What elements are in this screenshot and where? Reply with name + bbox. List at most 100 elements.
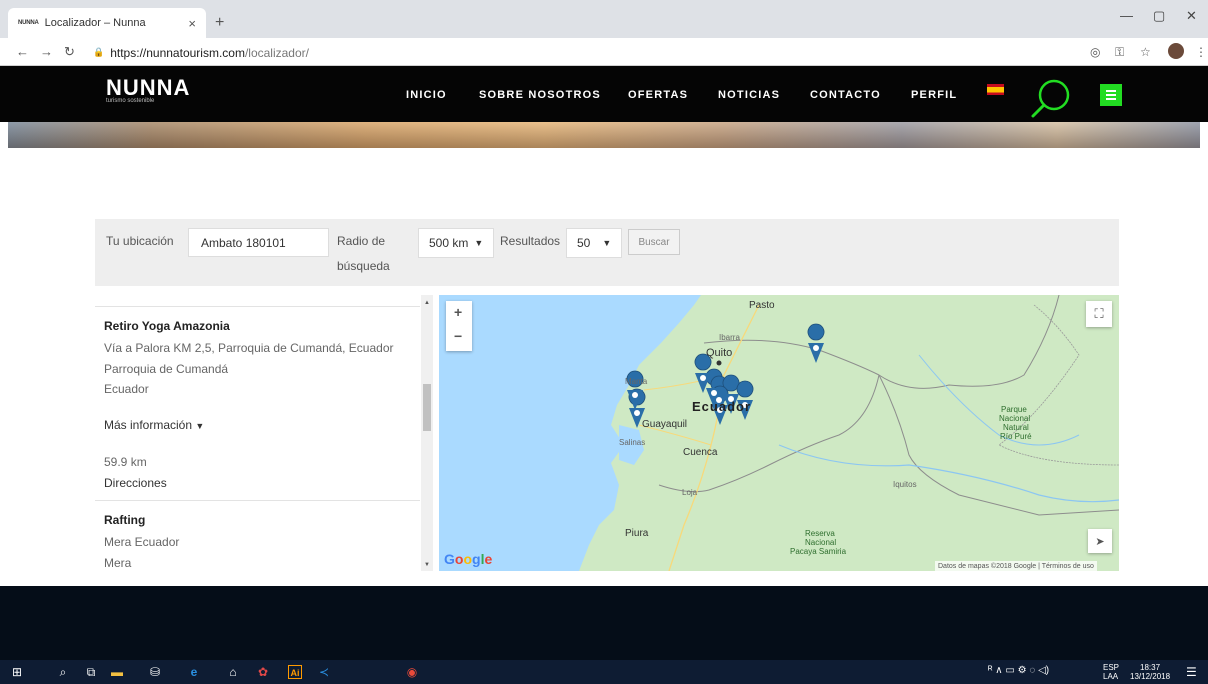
site-footer [0,586,1208,660]
fullscreen-icon[interactable]: ⛶ [1086,301,1112,327]
result-name: Rafting [104,513,146,527]
menu-inicio[interactable]: INICIO [406,89,447,101]
google-logo: Google [444,551,493,567]
result-name: Retiro Yoga Amazonia [104,319,230,333]
chrome-icon[interactable]: ◉ [405,665,419,679]
radius-label-1: Radio de [337,234,386,248]
close-window-icon[interactable]: ✕ [1186,8,1197,24]
app-icon[interactable]: ⌂ [226,665,240,679]
results-scrollbar[interactable]: ▲ ▼ [421,295,433,571]
map-label-pacaya: Pacaya Samiria [790,547,847,556]
language-indicator[interactable]: ESP LAA [1103,663,1119,681]
quito-dot-icon [716,360,722,366]
back-icon[interactable]: ← [16,44,29,59]
result-city: Parroquia de Cumandá [104,362,229,376]
site-header: NUNNA turismo sostenible [0,66,1208,122]
zoom-out-button[interactable]: − [454,328,462,344]
location-input[interactable]: Ambato 180101 [188,228,329,257]
map-label-cuenca: Cuenca [683,447,718,458]
map-label-iquitos: Iquitos [893,480,917,489]
file-explorer-icon[interactable]: ▬ [110,665,124,679]
site-favicon: NUNNA [18,20,39,26]
menu-dots-icon[interactable]: ⋮ [1195,45,1207,59]
forward-icon[interactable]: → [40,44,53,59]
zoom-in-button[interactable]: + [454,304,462,320]
notifications-icon[interactable]: ☰ [1186,665,1197,679]
task-view-icon[interactable]: ⧉ [84,665,98,679]
vscode-icon[interactable]: ≺ [317,665,331,679]
address-bar: ← → ↻ 🔒 https://nunnatourism.com/localiz… [0,38,1208,66]
menu-noticias[interactable]: NOTICIAS [718,89,780,101]
map-label-pasto: Pasto [749,300,775,311]
map-attribution[interactable]: Datos de mapas ©2018 Google | Términos d… [935,561,1097,571]
search-icon[interactable] [1029,76,1073,120]
map-label-parque: Parque [1001,405,1027,414]
edge-browser-icon[interactable]: e [187,665,201,679]
directions-link[interactable]: Direcciones [104,476,167,490]
result-country: Ecuador [104,382,149,396]
scroll-up-icon[interactable]: ▲ [424,300,430,306]
map-label-loja: Loja [682,488,698,497]
location-label: Tu ubicación [106,234,174,248]
system-tray-icons[interactable]: ᴿ ∧ ▭ ⚙ ◌ ◁) [988,665,1049,676]
map-label-ecuador: Ecuador [692,399,752,414]
clock[interactable]: 18:37 13/12/2018 [1130,663,1170,681]
map-label-reserva: Reserva [805,529,835,538]
map-label-nacional: Nacional [999,414,1031,423]
tab-title: Localizador – Nunna [44,17,146,29]
map-label-quito: Quito [706,347,733,359]
scrollbar-thumb[interactable] [423,384,431,431]
result-address: Vía a Palora KM 2,5, Parroquia de Cumand… [104,341,394,355]
menu-contacto[interactable]: CONTACTO [810,89,881,101]
lock-icon: 🔒 [93,47,105,57]
map-label-guayaquil: Guayaquil [642,419,688,430]
results-label: Resultados [500,234,561,248]
my-location-icon[interactable]: ➤ [1088,529,1112,553]
results-select[interactable]: 50 ▼ [566,228,622,258]
scroll-down-icon[interactable]: ▼ [424,562,430,568]
map-label-manta: Manta [625,377,648,386]
site-logo[interactable]: NUNNA turismo sostenible [106,77,190,105]
radius-select[interactable]: 500 km ▼ [418,228,494,258]
map-view[interactable]: Pasto Ibarra Quito Manta Ecuador Guayaqu… [439,295,1119,571]
reload-icon[interactable]: ↻ [64,44,75,60]
browser-tab[interactable]: NUNNA Localizador – Nunna × [8,8,206,38]
dropdown-arrow-icon: ▼ [474,238,484,248]
list-divider [95,500,420,501]
result-distance: 59.9 km [104,455,147,469]
gift-app-icon[interactable]: ✿ [256,665,270,679]
results-list [95,295,433,571]
minimize-icon[interactable]: — [1120,8,1133,23]
profile-avatar[interactable] [1168,43,1184,59]
url-field[interactable]: 🔒 https://nunnatourism.com/localizador/ [93,42,1068,63]
hamburger-menu-button[interactable] [1100,84,1122,106]
map-zoom-control: + − [446,301,472,351]
map-label-rio-pure: Río Puré [1000,432,1032,441]
search-icon[interactable]: ⌕ [56,665,70,679]
map-label-natural: Natural [1003,423,1029,432]
result-city: Mera [104,556,132,570]
close-tab-icon[interactable]: × [188,16,196,31]
map-label-ibarra: Ibarra [719,333,740,342]
new-tab-icon[interactable]: + [215,14,224,32]
radius-label-2: búsqueda [337,259,390,273]
spanish-flag-icon[interactable] [987,84,1004,95]
header-banner-image [8,122,1200,148]
illustrator-icon[interactable]: Ai [288,665,302,679]
windows-start-icon[interactable]: ⊞ [10,665,24,679]
key-icon[interactable]: ⚿ [1115,45,1124,60]
search-button[interactable]: Buscar [628,229,680,255]
dropdown-arrow-icon: ▼ [602,238,612,248]
map-label-salinas: Salinas [619,438,646,447]
map-label-nacional-2: Nacional [805,538,837,547]
caret-down-icon: ▼ [195,421,205,431]
maximize-icon[interactable]: ▢ [1153,8,1165,24]
more-info-toggle[interactable]: Más información ▼ [104,418,204,432]
store-icon[interactable]: ⛁ [148,665,162,679]
location-icon[interactable]: ◎ [1090,45,1100,59]
bookmark-star-icon[interactable]: ☆ [1140,45,1151,59]
menu-sobre-nosotros[interactable]: SOBRE NOSOTROS [479,89,601,101]
menu-ofertas[interactable]: OFERTAS [628,89,688,101]
map-label-piura: Piura [625,528,649,539]
menu-perfil[interactable]: PERFIL [911,89,957,101]
